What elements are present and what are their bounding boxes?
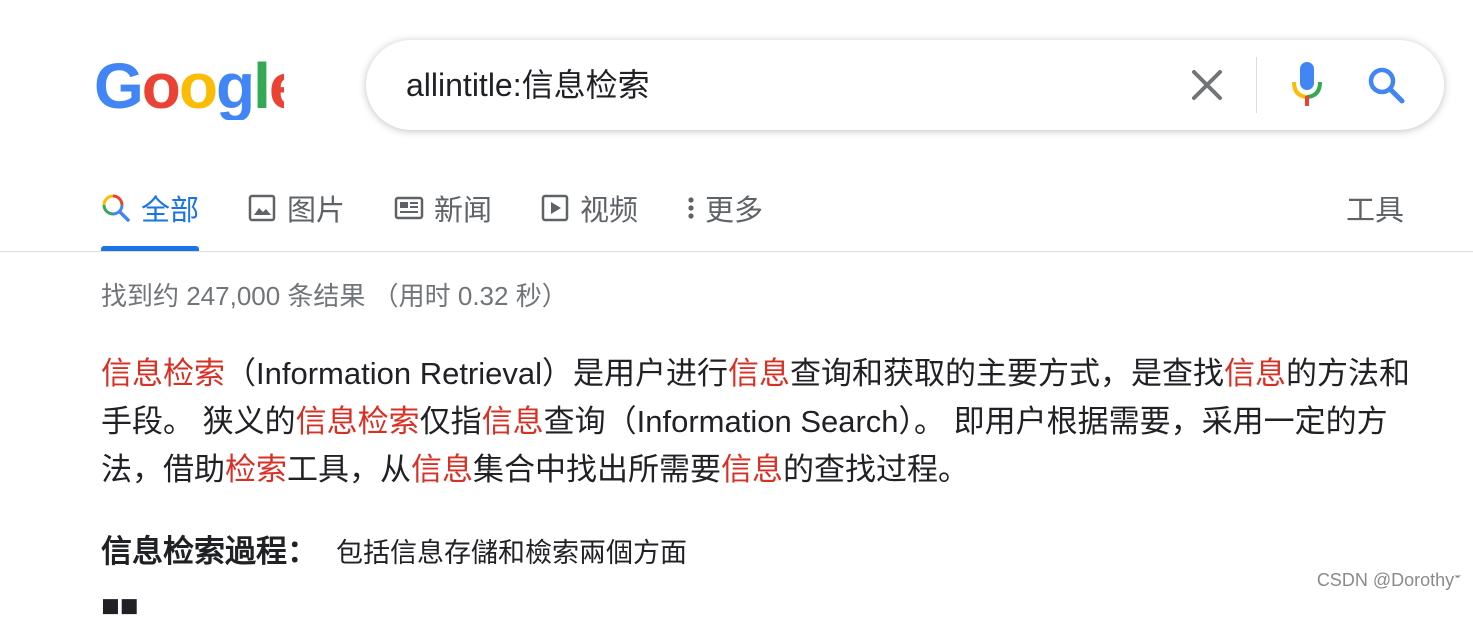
result-stats: 找到约 247,000 条结果 （用时 0.32 秒） [101, 281, 568, 311]
snippet-highlight: 检索 [225, 452, 287, 487]
logo-letter: G [94, 56, 142, 120]
clear-icon[interactable] [1188, 66, 1226, 104]
logo-letter: o [142, 56, 179, 120]
tab-images[interactable]: 图片 [247, 180, 345, 236]
snippet-highlight: 信息检索 [295, 404, 420, 439]
tab-label: 图片 [287, 195, 346, 227]
tabs-divider [0, 251, 1473, 252]
featured-snippet-text: 信息检索（Information Retrieval）是用户进行信息查询和获取的… [101, 350, 1411, 494]
tab-more[interactable]: 更多 [683, 180, 763, 236]
snippet-highlight: 信息检索 [101, 356, 225, 391]
search-input[interactable]: allintitle:信息检索 [406, 40, 650, 130]
tab-label: 视频 [580, 195, 639, 227]
tab-news[interactable]: 新闻 [394, 180, 492, 236]
watermark: CSDN @Dorothy𝄻 [1316, 570, 1461, 590]
snippet-text: 仅指 [419, 404, 482, 439]
microphone-icon[interactable] [1290, 60, 1324, 110]
fact-value: 包括信息存儲和檢索兩個方面 [336, 538, 687, 568]
tab-all[interactable]: 全部 [101, 180, 199, 236]
snippet-text: 查询和获取的主要方式，是查找 [790, 356, 1225, 391]
fact-row: 信息检索過程： 包括信息存儲和檢索兩個方面 [101, 526, 687, 571]
tab-label: 新闻 [434, 195, 493, 227]
tab-label: 更多 [705, 195, 764, 227]
snippet-text: 集合中找出所需要 [473, 452, 721, 487]
snippet-highlight: 信息 [481, 404, 544, 439]
google-logo[interactable]: Google [94, 56, 284, 120]
snippet-text: 工具，从 [287, 452, 411, 487]
fact-key: 信息检索過程： [101, 534, 318, 569]
image-icon [247, 193, 277, 223]
fact-row-partial: ■■ [101, 588, 139, 623]
play-icon [540, 193, 570, 223]
logo-letter: o [179, 56, 216, 120]
snippet-highlight: 信息 [1224, 356, 1287, 391]
logo-letter: e [269, 56, 284, 120]
search-box-divider [1256, 57, 1257, 113]
logo-letter: l [253, 56, 269, 120]
more-vert-icon [683, 193, 699, 223]
search-box[interactable]: allintitle:信息检索 [366, 40, 1444, 130]
snippet-text: （Information Retrieval）是用户进行 [225, 356, 729, 391]
snippet-highlight: 信息 [411, 452, 473, 487]
tools-button[interactable]: 工具 [1346, 180, 1404, 236]
snippet-highlight: 信息 [721, 452, 783, 487]
logo-letter: g [216, 56, 253, 120]
tab-label: 全部 [141, 195, 200, 227]
snippet-highlight: 信息 [728, 356, 791, 391]
newspaper-icon [394, 193, 424, 223]
svg-text:Google: Google [94, 56, 284, 120]
snippet-text: 的查找过程。 [783, 452, 969, 487]
google-logo-wordmark: Google [94, 56, 284, 120]
search-tabs: 全部 图片 新闻 视频 更多 工具 [0, 180, 1473, 252]
search-icon [101, 193, 131, 223]
tab-videos[interactable]: 视频 [540, 180, 638, 236]
search-icon[interactable] [1366, 65, 1406, 105]
